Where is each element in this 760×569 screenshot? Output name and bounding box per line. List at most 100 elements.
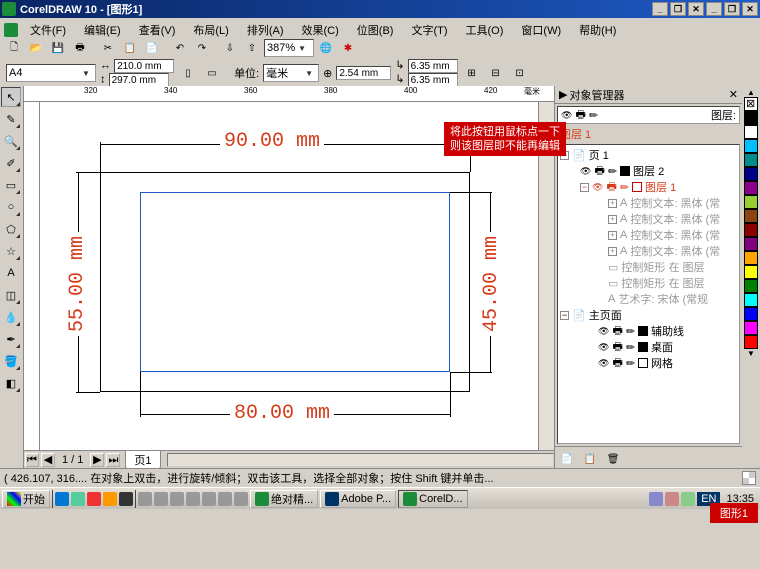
prev-page-button[interactable]: ◀	[41, 453, 55, 467]
tray-icon[interactable]	[170, 492, 184, 506]
rectangle-tool[interactable]: ▭	[1, 175, 21, 195]
polygon-tool[interactable]: ⬠	[1, 219, 21, 239]
tray-icon[interactable]	[186, 492, 200, 506]
color-swatch[interactable]	[744, 279, 758, 293]
tree-layer1-node[interactable]: −👁🖶✏图层 1	[560, 179, 737, 195]
zoom-tool[interactable]: 🔍	[1, 131, 21, 151]
color-swatch[interactable]	[744, 251, 758, 265]
tree-item[interactable]: ▭控制矩形 在 图层	[560, 259, 737, 275]
systray-icon[interactable]	[681, 492, 695, 506]
shape-tool[interactable]: ✎	[1, 109, 21, 129]
dup-x-input[interactable]	[408, 59, 458, 73]
close-button[interactable]: ✕	[688, 2, 704, 16]
color-swatch[interactable]	[744, 237, 758, 251]
units-dropdown[interactable]: 毫米▼	[263, 64, 319, 82]
tray-icon[interactable]	[71, 492, 85, 506]
zoom-input[interactable]: 387%▼	[264, 39, 314, 57]
fill-tool[interactable]: 🪣	[1, 351, 21, 371]
new-master-button[interactable]: 📋	[580, 449, 600, 469]
next-page-button[interactable]: ▶	[90, 453, 104, 467]
print-icon[interactable]: 🖶	[575, 106, 585, 125]
color-swatch[interactable]	[744, 223, 758, 237]
page-tab[interactable]: 页1	[125, 450, 160, 469]
tree-guides-node[interactable]: 👁🖶✏辅助线	[560, 323, 737, 339]
new-button[interactable]: 🗋	[4, 38, 24, 58]
tree-item[interactable]: +A控制文本: 黑体 (常	[560, 227, 737, 243]
landscape-button[interactable]: ▭	[202, 63, 222, 83]
taskbar-app[interactable]: 绝对精...	[250, 490, 318, 508]
tray-icon[interactable]	[154, 492, 168, 506]
color-swatch[interactable]	[744, 111, 758, 125]
new-layer-button[interactable]: 📄	[557, 449, 577, 469]
no-fill-swatch[interactable]: ⊠	[744, 97, 758, 111]
vertical-ruler[interactable]	[24, 102, 40, 450]
doc-minimize-button[interactable]: _	[706, 2, 722, 16]
systray-icon[interactable]	[649, 492, 663, 506]
undo-button[interactable]: ↶	[170, 38, 190, 58]
tray-icon[interactable]	[234, 492, 248, 506]
color-swatch[interactable]	[744, 265, 758, 279]
app-launcher-button[interactable]: ✱	[338, 38, 358, 58]
cut-button[interactable]: ✂	[98, 38, 118, 58]
menu-window[interactable]: 窗口(W)	[515, 21, 567, 39]
start-button[interactable]: 开始	[2, 490, 50, 508]
tray-icon[interactable]	[103, 492, 117, 506]
eye-icon[interactable]: 👁	[561, 110, 572, 121]
menu-effects[interactable]: 效果(C)	[296, 21, 345, 39]
print-button[interactable]: 🖶	[70, 38, 90, 58]
corel-online-button[interactable]: 🌐	[316, 38, 336, 58]
color-swatch[interactable]	[744, 335, 758, 349]
color-swatch[interactable]	[744, 167, 758, 181]
import-button[interactable]: ⇩	[220, 38, 240, 58]
menu-help[interactable]: 帮助(H)	[573, 21, 622, 39]
palette-down-button[interactable]: ▼	[747, 349, 755, 358]
blend-tool[interactable]: ◫	[1, 285, 21, 305]
dup-y-input[interactable]	[408, 73, 458, 87]
eyedropper-tool[interactable]: 💧	[1, 307, 21, 327]
export-button[interactable]: ⇧	[242, 38, 262, 58]
systray-icon[interactable]	[665, 492, 679, 506]
open-button[interactable]: 📂	[26, 38, 46, 58]
tree-item[interactable]: +A控制文本: 黑体 (常	[560, 211, 737, 227]
color-swatch[interactable]	[744, 293, 758, 307]
pick-tool[interactable]: ↖	[1, 87, 21, 107]
docker-close-button[interactable]: ✕	[729, 88, 738, 101]
paper-size-dropdown[interactable]: A4▼	[6, 64, 96, 82]
text-tool[interactable]: A	[1, 263, 21, 283]
save-button[interactable]: 💾	[48, 38, 68, 58]
menu-tools[interactable]: 工具(O)	[460, 21, 510, 39]
menu-layout[interactable]: 布局(L)	[187, 21, 234, 39]
first-page-button[interactable]: ⏮	[25, 453, 39, 467]
doc-close-button[interactable]: ✕	[742, 2, 758, 16]
menu-text[interactable]: 文字(T)	[405, 21, 453, 39]
copy-button[interactable]: 📋	[120, 38, 140, 58]
page-height-input[interactable]	[109, 73, 169, 87]
paste-button[interactable]: 📄	[142, 38, 162, 58]
tree-grid-node[interactable]: 👁🖶✏网格	[560, 355, 737, 371]
tree-layer2-node[interactable]: 👁🖶✏图层 2	[560, 163, 737, 179]
restore-button[interactable]: ❐	[670, 2, 686, 16]
snap-obj-button[interactable]: ⊡	[510, 63, 530, 83]
page-width-input[interactable]	[114, 59, 174, 73]
menu-arrange[interactable]: 排列(A)	[241, 21, 290, 39]
tree-item[interactable]: +A控制文本: 黑体 (常	[560, 243, 737, 259]
tree-page-node[interactable]: −📄页 1	[560, 147, 737, 163]
color-swatch[interactable]	[744, 209, 758, 223]
portrait-button[interactable]: ▯	[178, 63, 198, 83]
menu-file[interactable]: 文件(F)	[24, 21, 72, 39]
tree-item[interactable]: +A控制文本: 黑体 (常	[560, 195, 737, 211]
minimize-button[interactable]: _	[652, 2, 668, 16]
horizontal-ruler[interactable]: 320 340 360 380 400 420 毫米	[24, 86, 554, 102]
tray-icon[interactable]	[138, 492, 152, 506]
menu-view[interactable]: 查看(V)	[133, 21, 182, 39]
color-swatch[interactable]	[744, 139, 758, 153]
freehand-tool[interactable]: ✐	[1, 153, 21, 173]
redo-button[interactable]: ↷	[192, 38, 212, 58]
shapes-tool[interactable]: ☆	[1, 241, 21, 261]
palette-up-button[interactable]: ▲	[747, 88, 755, 97]
color-swatch[interactable]	[744, 125, 758, 139]
tray-icon[interactable]	[202, 492, 216, 506]
tray-icon[interactable]	[87, 492, 101, 506]
interactive-fill-tool[interactable]: ◧	[1, 373, 21, 393]
tray-icon[interactable]	[119, 492, 133, 506]
